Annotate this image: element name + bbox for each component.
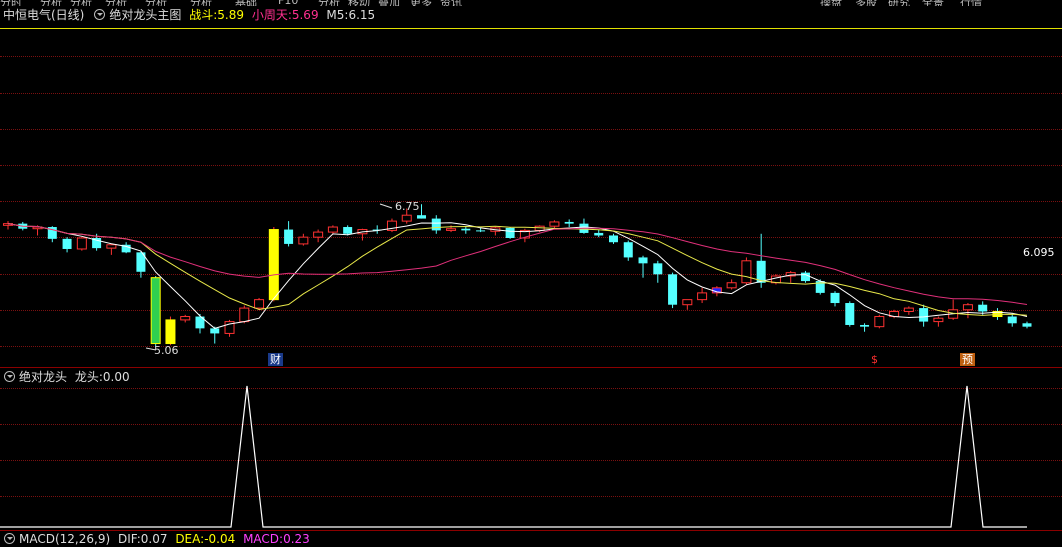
dif-label: DIF: [117,532,141,546]
macd-name[interactable]: MACD(12,26,9) [19,532,110,546]
longtou-signal-chart[interactable] [0,0,1062,541]
macd-label: MACD: [243,532,284,546]
macd-dropdown-icon[interactable] [4,533,15,544]
dif-value: 0.07 [140,532,168,546]
macd-value: 0.23 [283,532,310,546]
longtou-signal-line [0,385,1027,528]
dea-label: DEA: [175,532,205,546]
macd-header: MACD(12,26,9) DIF:0.07 DEA:-0.04 MACD:0.… [0,531,314,547]
dea-value: -0.04 [204,532,236,546]
